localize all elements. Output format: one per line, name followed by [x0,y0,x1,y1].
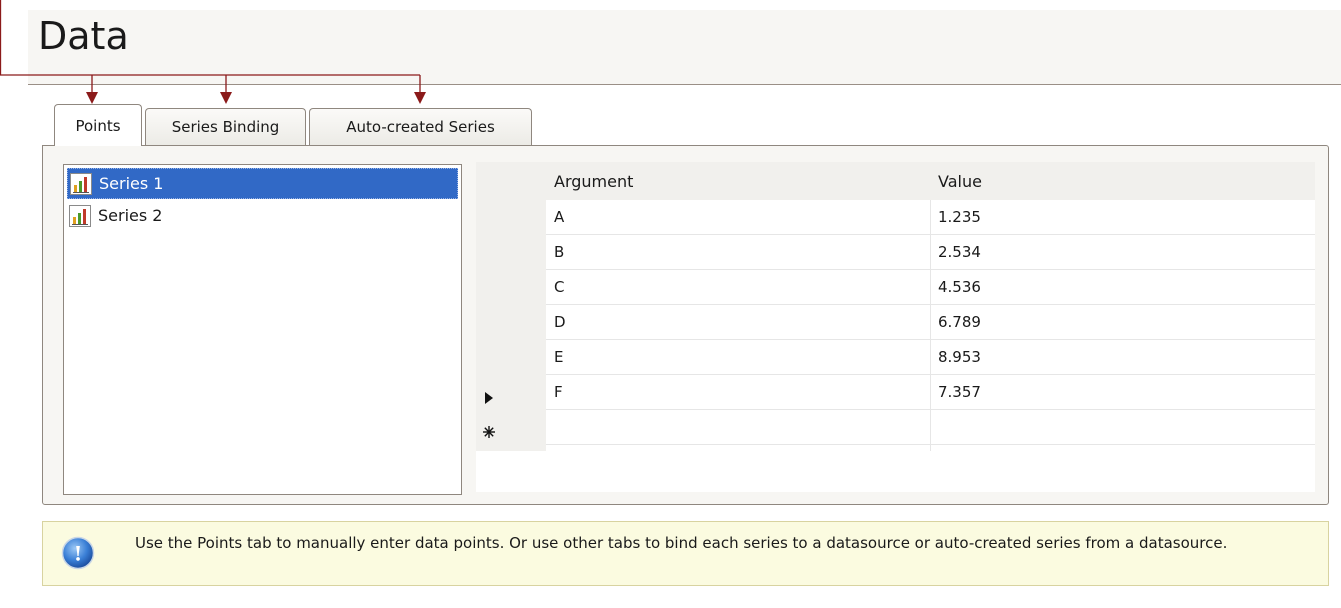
column-header-value[interactable]: Value [938,162,982,200]
series-list-item[interactable]: Series 2 [67,200,458,231]
argument-cell[interactable]: E [554,340,563,374]
series-list[interactable]: Series 1 Series 2 [63,164,462,495]
info-message: Use the Points tab to manually enter dat… [135,534,1228,552]
series-list-item[interactable]: Series 1 [67,168,458,199]
argument-cell[interactable]: D [554,305,566,339]
tab-panel-points: Series 1 Series 2 Argument Value A 1.235… [42,145,1329,505]
svg-text:!: ! [74,542,83,566]
series-label: Series 2 [98,206,163,225]
value-cell[interactable]: 4.536 [938,270,981,304]
value-cell[interactable]: 6.789 [938,305,981,339]
argument-cell[interactable]: A [554,200,564,234]
tab-series-binding[interactable]: Series Binding [145,108,306,145]
grid-header: Argument Value [476,162,1315,200]
bar-chart-icon [70,172,92,195]
tab-auto-created-series[interactable]: Auto-created Series [309,108,532,145]
header-divider [28,84,1341,85]
argument-cell[interactable]: F [554,375,563,409]
value-cell[interactable]: 7.357 [938,375,981,409]
info-icon: ! [61,536,95,570]
argument-cell[interactable]: B [554,235,564,269]
row-indicator-column [476,200,546,451]
page-title: Data [38,14,129,58]
column-divider [930,200,931,451]
header [28,10,1341,85]
asterisk-icon [483,426,495,438]
triangle-right-icon [485,392,493,404]
bar-chart-icon [69,204,91,227]
column-header-argument[interactable]: Argument [554,162,633,200]
argument-cell[interactable]: C [554,270,564,304]
tab-points[interactable]: Points [54,104,142,146]
value-cell[interactable]: 1.235 [938,200,981,234]
data-page: Data Points Series Binding Auto-created … [0,0,1341,608]
series-label: Series 1 [99,174,164,193]
value-cell[interactable]: 8.953 [938,340,981,374]
points-grid[interactable]: Argument Value A 1.235 B 2.534 C 4.536 D… [476,162,1315,492]
value-cell[interactable]: 2.534 [938,235,981,269]
info-bar: ! Use the Points tab to manually enter d… [42,521,1329,586]
